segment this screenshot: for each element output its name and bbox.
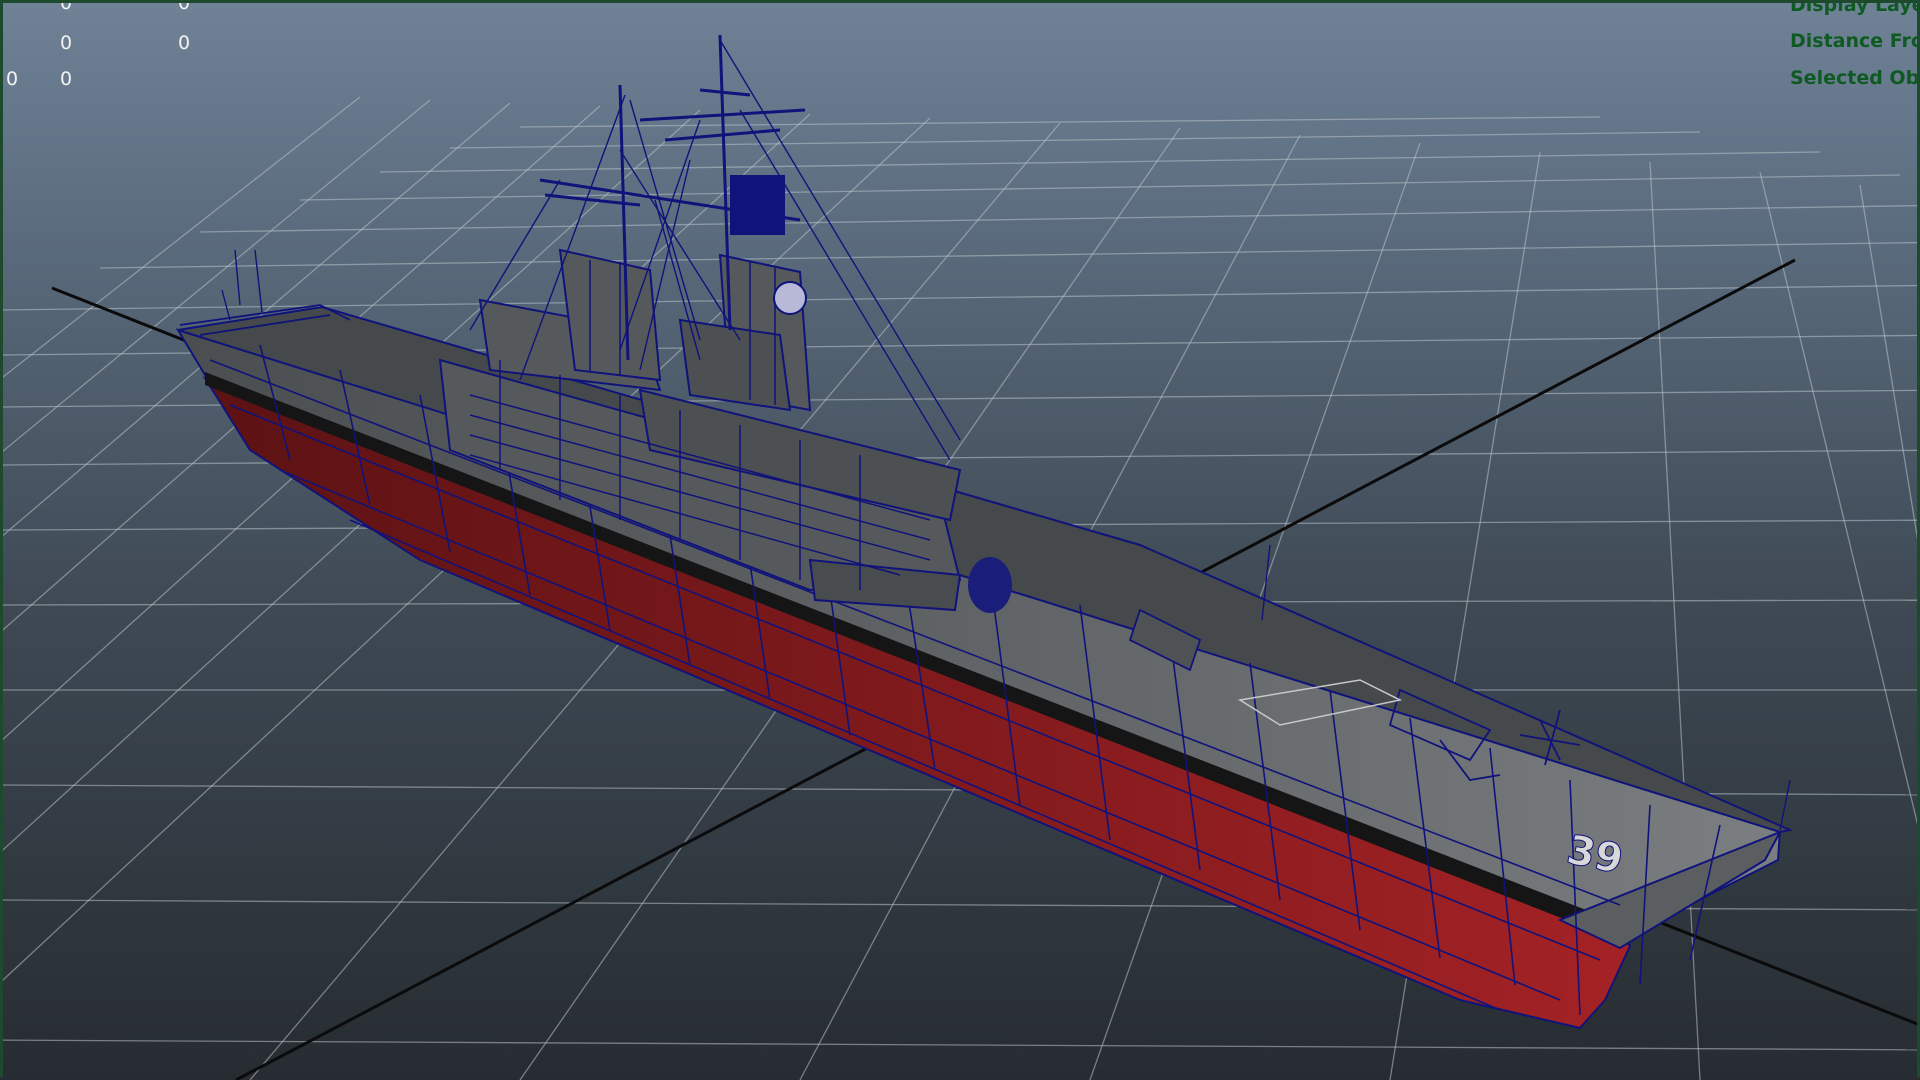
scene-canvas[interactable]: 39	[0, 0, 1920, 1080]
hud-label-selected-objects: Selected Obj	[1790, 67, 1920, 89]
hud-labels-right: Display Laye Distance Fro Selected Obj	[0, 0, 1920, 100]
viewport-panel[interactable]: 39 0 0 0 0 0 0 Display Laye Distance Fro…	[0, 0, 1920, 1080]
hud-label-display-layer: Display Laye	[1790, 0, 1920, 16]
hud-label-distance: Distance Fro	[1790, 30, 1920, 52]
